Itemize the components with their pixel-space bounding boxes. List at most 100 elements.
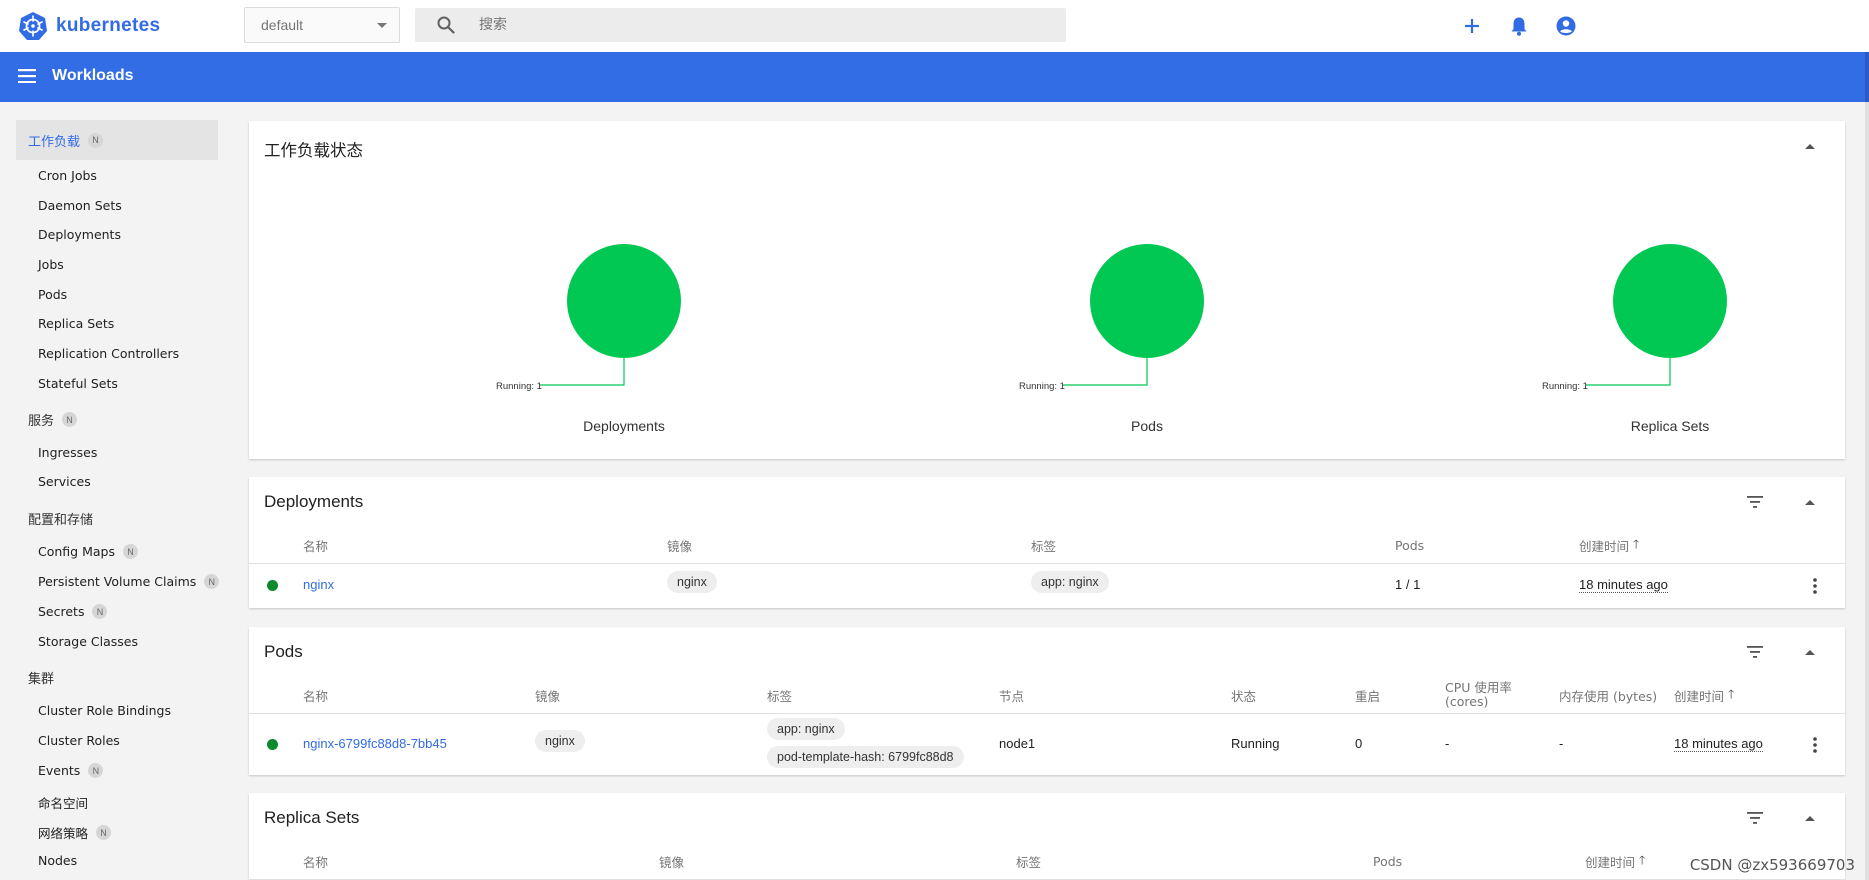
header-scroll-edge: [1865, 52, 1869, 102]
sidebar-item-replica-sets[interactable]: Replica Sets: [38, 316, 114, 331]
sidebar: 工作负载 N Cron Jobs Daemon Sets Deployments…: [0, 102, 230, 880]
restart-count: 0: [1355, 736, 1363, 751]
more-vert-icon[interactable]: [1813, 737, 1817, 753]
more-vert-icon[interactable]: [1813, 578, 1817, 594]
sidebar-item-deployments[interactable]: Deployments: [38, 227, 121, 242]
sidebar-section-workloads[interactable]: 工作负载 N: [16, 120, 218, 160]
column-header-name[interactable]: 名称: [303, 676, 328, 714]
replica-sets-card: Replica Sets 名称 镜像 标签 Pods 创建时间 🡑: [249, 793, 1845, 880]
label-leader-line: [1063, 358, 1148, 386]
sidebar-section-label: 集群: [28, 672, 55, 687]
memory-usage: -: [1559, 736, 1564, 751]
collapse-icon[interactable]: [1805, 500, 1815, 505]
sort-arrow-up-icon: 🡑: [1728, 686, 1735, 701]
namespaced-badge: N: [96, 825, 112, 840]
search-icon: [437, 16, 455, 34]
status-ok-icon: [267, 739, 278, 750]
sidebar-section-cluster[interactable]: 集群: [28, 668, 54, 687]
caret-down-icon: [377, 23, 387, 28]
notifications-button[interactable]: [1506, 13, 1532, 39]
sidebar-item-network-policies[interactable]: 网络策略 N: [38, 823, 112, 842]
column-header-name[interactable]: 名称: [303, 526, 328, 564]
bell-icon: [1511, 17, 1527, 36]
sidebar-item-nodes[interactable]: Nodes: [38, 853, 77, 868]
running-count-label: Running: 1: [1542, 381, 1588, 392]
collapse-icon[interactable]: [1805, 650, 1815, 655]
sidebar-item-cluster-role-bindings[interactable]: Cluster Role Bindings: [38, 703, 171, 718]
column-header-image: 镜像: [659, 854, 685, 870]
filter-icon[interactable]: [1747, 646, 1763, 658]
running-slice: [1090, 244, 1204, 358]
sidebar-item-jobs[interactable]: Jobs: [38, 257, 64, 272]
table-row: nginx nginx app: nginx 1 / 1 18 minutes …: [249, 565, 1845, 607]
created-time: 18 minutes ago: [1674, 736, 1763, 752]
search-input[interactable]: [479, 8, 1039, 42]
column-header-created[interactable]: 创建时间 🡑: [1579, 526, 1639, 564]
card-title: Replica Sets: [264, 808, 360, 827]
sidebar-section-services[interactable]: 服务 N: [28, 410, 78, 429]
column-header-labels: 标签: [767, 688, 793, 704]
table-header: 名称 镜像 标签 Pods 创建时间 🡑: [249, 526, 1845, 564]
column-header-created[interactable]: 创建时间 🡑: [1674, 676, 1734, 714]
filter-icon[interactable]: [1747, 496, 1763, 508]
chart-caption: Pods: [1131, 418, 1163, 434]
sidebar-item-ingresses[interactable]: Ingresses: [38, 445, 97, 460]
running-slice: [1613, 244, 1727, 358]
running-count-label: Running: 1: [1019, 381, 1065, 392]
card-title: 工作负载状态: [264, 141, 363, 160]
column-header-name[interactable]: 名称: [303, 842, 328, 880]
table-header: 名称 镜像 标签 Pods 创建时间 🡑: [249, 842, 1845, 880]
sidebar-item-namespaces[interactable]: 命名空间: [38, 793, 88, 812]
sidebar-item-replication-controllers[interactable]: Replication Controllers: [38, 346, 179, 361]
column-header-image: 镜像: [535, 688, 561, 704]
watermark: CSDN @zx593669703: [1689, 856, 1855, 874]
sidebar-item-storage-classes[interactable]: Storage Classes: [38, 634, 138, 649]
table-header: 名称 镜像 标签 节点 状态 重启 CPU 使用率 (cores) 内存使用 (…: [249, 676, 1845, 714]
node-name: node1: [999, 736, 1036, 751]
sidebar-item-services[interactable]: Services: [38, 474, 91, 489]
namespaced-badge: N: [92, 604, 108, 619]
column-header-labels: 标签: [1031, 538, 1057, 554]
sidebar-section-config-storage[interactable]: 配置和存储: [28, 509, 93, 528]
column-header-created[interactable]: 创建时间 🡑: [1585, 842, 1645, 880]
status-chart-replica-sets: Running: 1 Replica Sets: [1520, 121, 1820, 461]
column-header-restarts: 重启: [1355, 688, 1381, 704]
label-chip: pod-template-hash: 6799fc88d8: [767, 746, 964, 768]
pod-name-link[interactable]: nginx-6799fc88d8-7bb45: [303, 736, 447, 751]
deployment-name-link[interactable]: nginx: [303, 577, 334, 592]
brand-name: kubernetes: [56, 15, 161, 36]
workload-status-card: 工作负载状态 Running: 1 Deployments Running: 1…: [249, 121, 1845, 459]
search-bar[interactable]: [415, 8, 1066, 42]
namespaced-badge: N: [204, 574, 220, 589]
namespace-select[interactable]: default: [244, 7, 400, 43]
collapse-icon[interactable]: [1805, 816, 1815, 821]
page-scrollbar[interactable]: [1865, 102, 1869, 880]
sidebar-item-cluster-roles[interactable]: Cluster Roles: [38, 733, 120, 748]
image-chip: nginx: [667, 571, 717, 593]
pods-count: 1 / 1: [1395, 577, 1421, 592]
sort-arrow-up-icon: 🡑: [1639, 852, 1646, 867]
sidebar-item-cron-jobs[interactable]: Cron Jobs: [38, 168, 97, 183]
status-chart-pods: Running: 1 Pods: [997, 121, 1297, 461]
sidebar-item-stateful-sets[interactable]: Stateful Sets: [38, 376, 118, 391]
sidebar-item-persistent-volume-claims[interactable]: Persistent Volume Claims N: [38, 574, 220, 589]
column-header-cpu: CPU 使用率 (cores): [1445, 679, 1512, 709]
label-leader-line: [1586, 358, 1671, 386]
filter-icon[interactable]: [1747, 812, 1763, 824]
column-header-node: 节点: [999, 688, 1025, 704]
sidebar-item-secrets[interactable]: Secrets N: [38, 604, 108, 619]
pods-card: Pods 名称 镜像 标签 节点 状态 重启 CPU 使用率 (cores) 内…: [249, 627, 1845, 775]
hamburger-menu-icon[interactable]: [18, 69, 36, 83]
namespaced-badge: N: [62, 412, 78, 427]
sidebar-item-pods[interactable]: Pods: [38, 287, 67, 302]
kubernetes-helm-icon: [19, 12, 47, 40]
kubernetes-logo[interactable]: kubernetes: [18, 11, 160, 41]
sidebar-item-config-maps[interactable]: Config Maps N: [38, 544, 138, 559]
sidebar-item-daemon-sets[interactable]: Daemon Sets: [38, 198, 122, 213]
created-time: 18 minutes ago: [1579, 577, 1668, 593]
table-row: nginx-6799fc88d8-7bb45 nginx app: nginx …: [249, 715, 1845, 775]
create-button[interactable]: [1459, 13, 1485, 39]
page-title: Workloads: [52, 67, 134, 84]
sidebar-item-events[interactable]: Events N: [38, 763, 104, 778]
user-menu-button[interactable]: [1553, 13, 1579, 39]
